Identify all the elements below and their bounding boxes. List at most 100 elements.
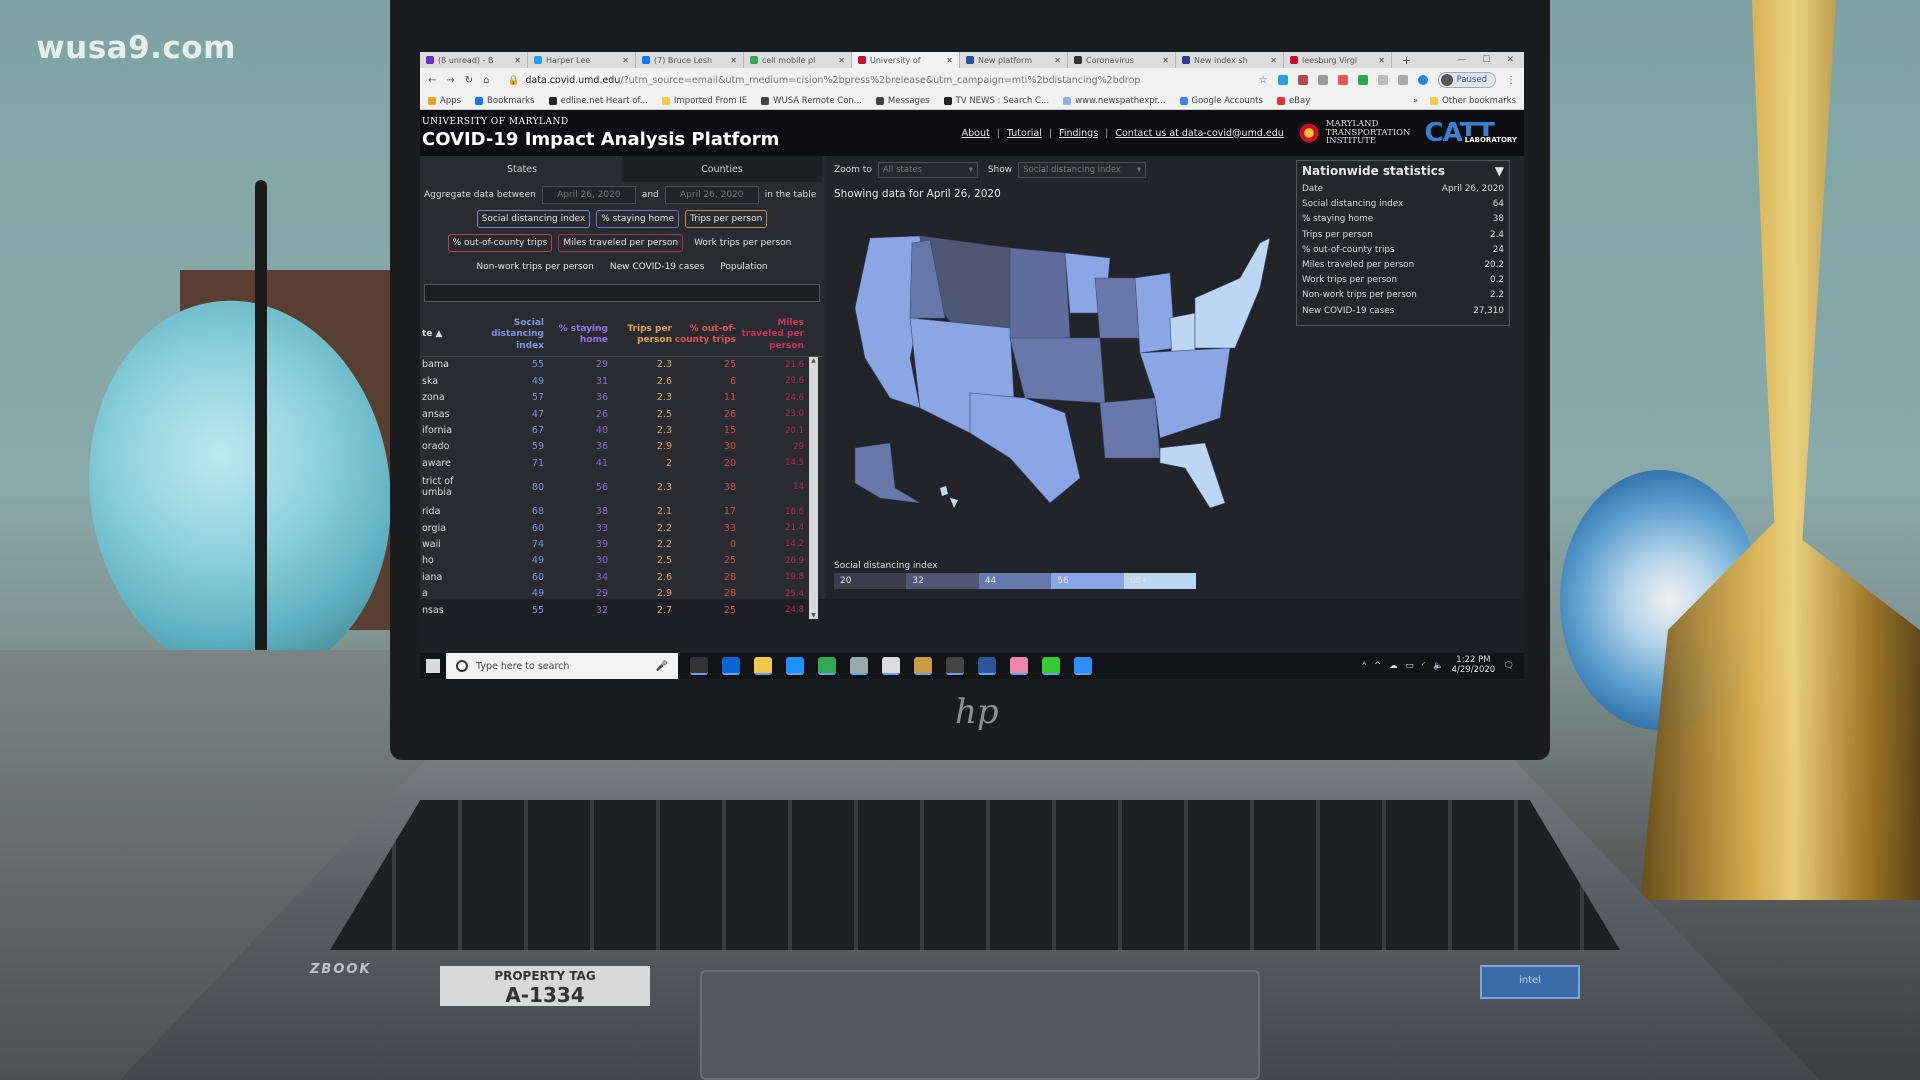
nav-contact[interactable]: Contact us at data-covid@umd.edu — [1115, 128, 1283, 139]
table-row[interactable]: isiana 67 31 2.2 26 25.4 — [422, 618, 822, 619]
paint-icon[interactable] — [914, 657, 932, 675]
word-icon[interactable] — [978, 657, 996, 675]
catt-logo[interactable]: CATT LABORATORY — [1425, 120, 1518, 146]
col-header-staying-home[interactable]: % staying home — [544, 324, 608, 347]
onedrive-icon[interactable]: ☁ — [1389, 661, 1398, 671]
photos-icon[interactable] — [1010, 657, 1028, 675]
check-ext-icon[interactable] — [1357, 75, 1368, 85]
scroll-down-icon[interactable]: ▼ — [809, 612, 818, 619]
forward-icon[interactable]: → — [446, 75, 454, 86]
menu-kebab-icon[interactable]: ⋮ — [1506, 75, 1516, 86]
back-icon[interactable]: ← — [428, 75, 436, 86]
browser-tab[interactable]: (7) Bruce Lesh ✕ — [636, 52, 744, 68]
camtasia-icon[interactable] — [1042, 657, 1060, 675]
col-header-state[interactable]: te ▲ — [422, 329, 482, 340]
cast-ext-icon[interactable] — [1337, 75, 1348, 85]
table-row[interactable]: ansas 47 26 2.5 26 23.0 — [422, 406, 822, 422]
volume-icon[interactable]: 🔈 — [1433, 661, 1444, 671]
metric-chip[interactable]: % staying home — [596, 210, 679, 228]
profile-button[interactable]: Paused — [1437, 72, 1496, 88]
close-tab-icon[interactable]: ✕ — [946, 56, 953, 65]
minimize-icon[interactable]: — — [1457, 55, 1466, 65]
table-row[interactable]: orgia 60 33 2.2 33 21.4 — [422, 520, 822, 536]
windows-start-icon[interactable] — [426, 659, 440, 673]
map-region-great-lakes[interactable] — [1134, 272, 1176, 354]
nav-tutorial[interactable]: Tutorial — [1007, 128, 1042, 139]
date-to-input[interactable]: April 26, 2020 — [664, 186, 759, 204]
tab-states[interactable]: States — [422, 156, 622, 182]
col-header-sdi[interactable]: Social distancing index — [482, 318, 544, 352]
browser-tab[interactable]: University of ✕ — [852, 52, 960, 68]
map-region-texas[interactable] — [969, 392, 1081, 504]
chevron-up-icon[interactable]: ^ — [1374, 661, 1381, 671]
metric-chip[interactable]: New COVID-19 cases — [605, 258, 709, 276]
map-region-south[interactable] — [1099, 397, 1161, 459]
maximize-icon[interactable]: ☐ — [1482, 55, 1490, 65]
close-tab-icon[interactable]: ✕ — [1162, 56, 1169, 65]
ext-icon[interactable] — [1317, 75, 1328, 85]
map-region-northeast[interactable] — [1194, 237, 1270, 349]
browser-tab[interactable]: Harper Lee ✕ — [528, 52, 636, 68]
metric-chip[interactable]: Social distancing index — [476, 210, 591, 228]
bookmark-item[interactable]: edline.net Heart of... — [548, 96, 648, 106]
map-region-hawaii[interactable] — [940, 486, 958, 508]
edge-icon[interactable] — [786, 657, 804, 675]
map-region-alaska[interactable] — [854, 442, 921, 504]
news-app-icon[interactable] — [882, 657, 900, 675]
table-filter-input[interactable] — [424, 284, 820, 302]
chrome-icon[interactable] — [818, 657, 836, 675]
stats-header[interactable]: Nationwide statistics ▼ — [1302, 164, 1504, 178]
bookmark-item[interactable]: Imported From IE — [661, 96, 747, 106]
bookmark-item[interactable]: Apps — [428, 96, 461, 106]
bookmark-item[interactable]: Messages — [875, 96, 930, 106]
metric-chip[interactable]: % out-of-county trips — [447, 234, 553, 252]
bookmark-item[interactable]: www.newspathexpr... — [1063, 96, 1166, 106]
notifications-icon[interactable]: 🗨 — [1503, 661, 1514, 671]
table-row[interactable]: rida 68 38 2.1 17 16.6 — [422, 503, 822, 519]
close-tab-icon[interactable]: ✕ — [514, 56, 521, 65]
tab-counties[interactable]: Counties — [622, 156, 822, 182]
map-region-florida[interactable] — [1159, 442, 1226, 508]
circle-ext-icon[interactable] — [1417, 75, 1428, 85]
onedrive-ext-icon[interactable] — [1277, 75, 1288, 85]
battery-icon[interactable]: ▭ — [1406, 661, 1414, 671]
metric-chip[interactable]: Work trips per person — [689, 234, 796, 252]
table-row[interactable]: zona 57 36 2.3 11 24.6 — [422, 390, 822, 406]
reload-icon[interactable]: ↻ — [465, 75, 473, 86]
table-row[interactable]: ska 49 31 2.6 6 29.6 — [422, 373, 822, 389]
dropbox-ext-icon[interactable] — [1397, 75, 1408, 85]
col-header-miles[interactable]: Miles traveled per person — [736, 318, 804, 352]
github-ext-icon[interactable] — [1377, 75, 1388, 85]
close-tab-icon[interactable]: ✕ — [730, 56, 737, 65]
close-tab-icon[interactable]: ✕ — [622, 56, 629, 65]
site-brand[interactable]: UNIVERSITY OF MARYLAND COVID-19 Impact A… — [422, 117, 779, 150]
other-bookmarks[interactable]: Other bookmarks — [1430, 96, 1516, 106]
browser-tab[interactable]: cell mobile pl ✕ — [744, 52, 852, 68]
browser-tab[interactable]: (8 unread) - B ✕ — [420, 52, 528, 68]
date-from-input[interactable]: April 26, 2020 — [541, 186, 636, 204]
browser-tab[interactable]: New index sh ✕ — [1176, 52, 1284, 68]
url-input[interactable]: 🔒 data.covid.umd.edu/?utm_source=email&u… — [500, 71, 1249, 89]
outlook-icon[interactable] — [722, 657, 740, 675]
home-icon[interactable]: ⌂ — [483, 75, 489, 86]
mti-logo[interactable]: MARYLAND TRANSPORTATION INSTITUTE — [1297, 119, 1411, 147]
obs-icon[interactable] — [946, 657, 964, 675]
metric-chip[interactable]: Miles traveled per person — [558, 234, 684, 252]
microphone-icon[interactable]: 🎤 — [656, 661, 668, 672]
table-row[interactable]: waii 74 39 2.2 0 14.2 — [422, 536, 822, 552]
bookmark-item[interactable]: eBay — [1276, 96, 1310, 106]
map-region-plains-north[interactable] — [1009, 247, 1071, 339]
bookmark-item[interactable]: Bookmarks — [475, 96, 535, 106]
nav-findings[interactable]: Findings — [1059, 128, 1098, 139]
us-choropleth-map[interactable] — [850, 218, 1270, 508]
table-row[interactable]: ho 49 30 2.5 25 26.9 — [422, 553, 822, 569]
table-row[interactable]: nsas 55 32 2.7 25 24.8 — [422, 602, 822, 618]
close-icon[interactable]: ✕ — [1506, 55, 1514, 65]
wifi-icon[interactable]: ◜ — [1422, 661, 1425, 671]
nav-about[interactable]: About — [962, 128, 990, 139]
close-tab-icon[interactable]: ✕ — [1378, 56, 1385, 65]
scroll-up-icon[interactable]: ▲ — [809, 357, 818, 364]
zoom-icon[interactable] — [1074, 657, 1092, 675]
table-row[interactable]: trict of umbia 80 56 2.3 38 14 — [422, 471, 822, 503]
table-row[interactable]: iana 60 34 2.6 28 19.8 — [422, 569, 822, 585]
